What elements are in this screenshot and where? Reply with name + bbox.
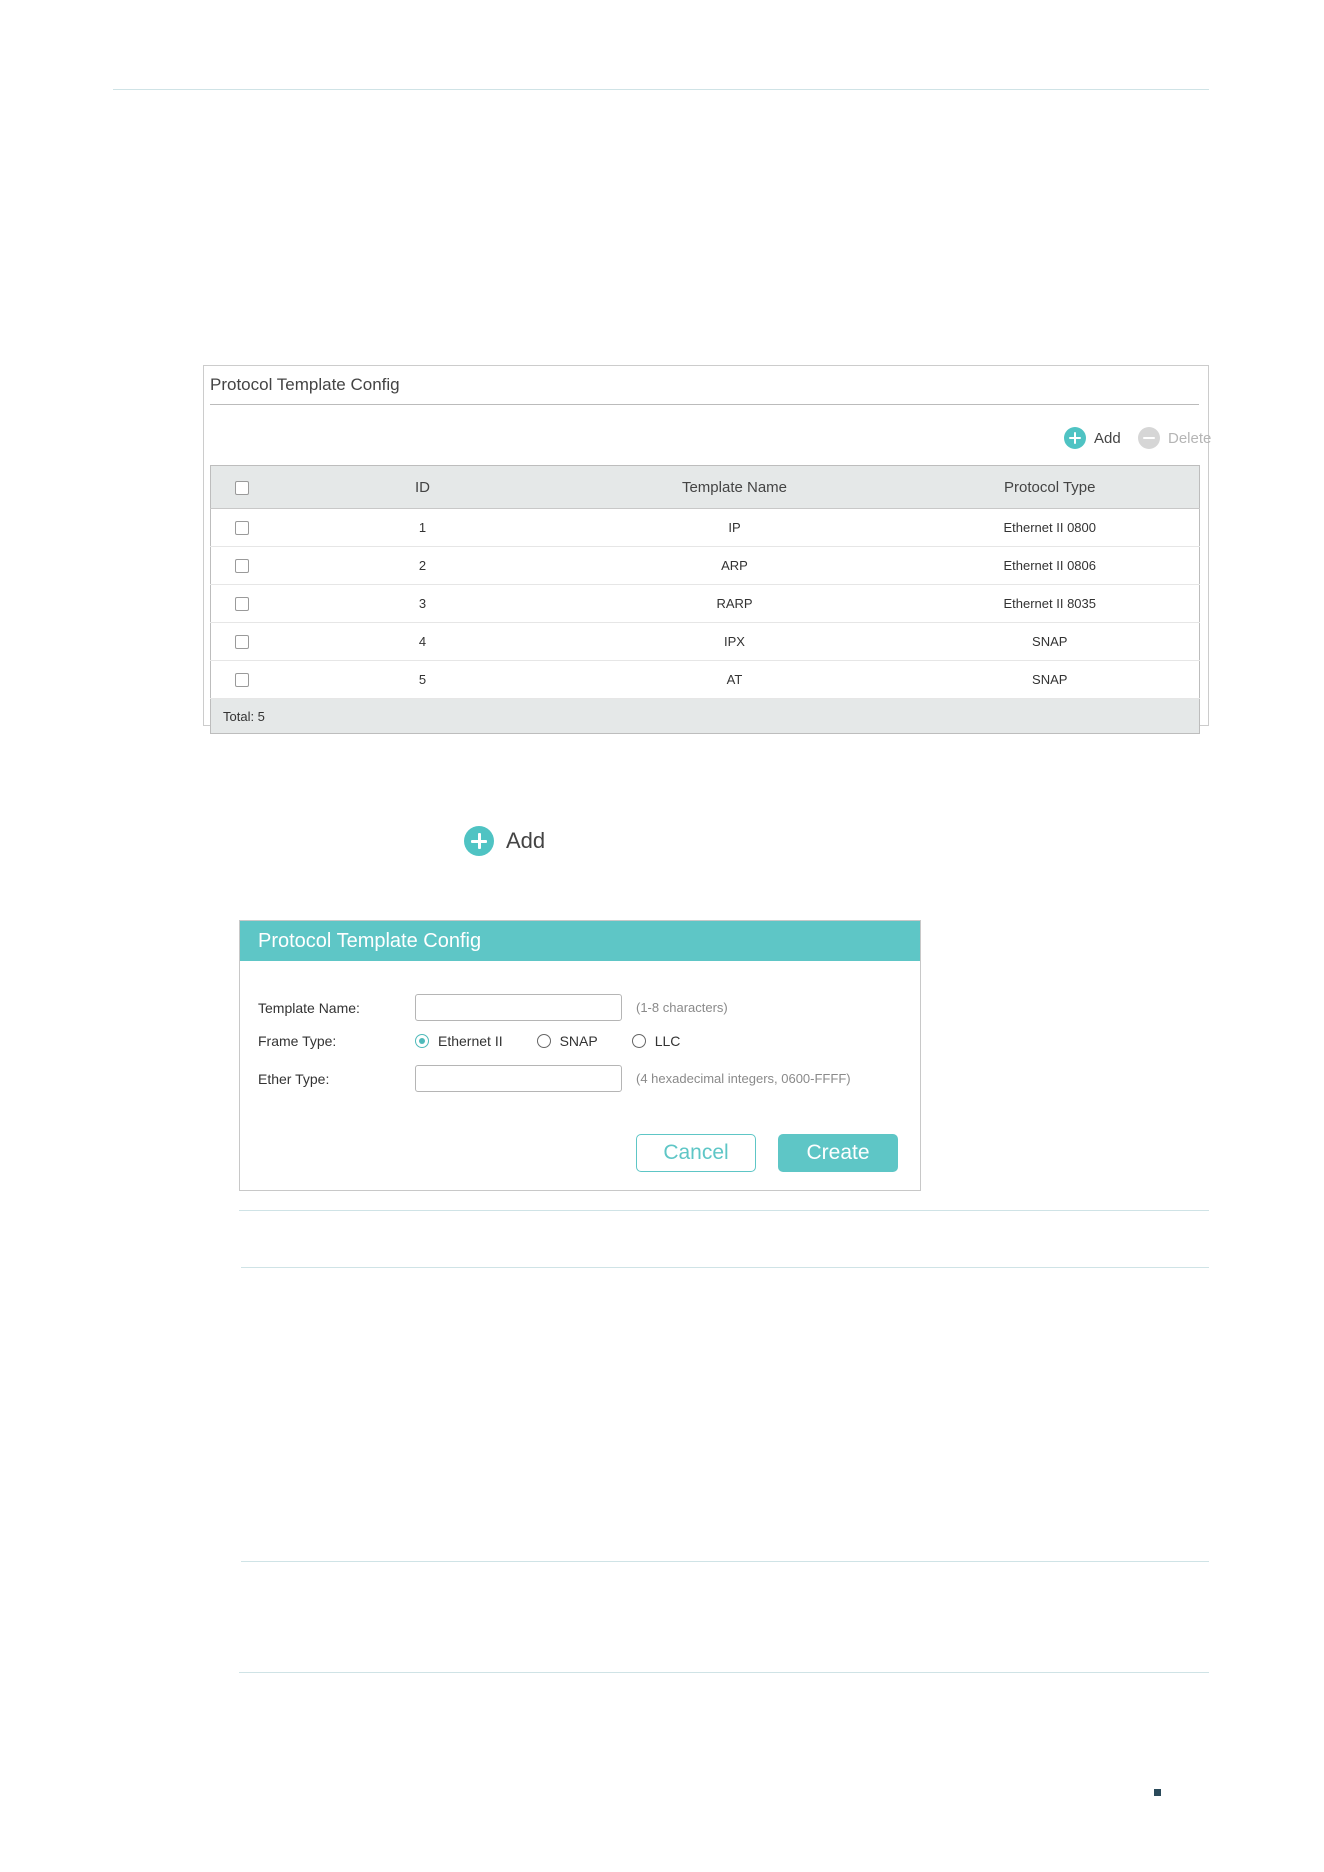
row-protocol-type: SNAP (900, 660, 1200, 699)
panel-title-divider (210, 404, 1199, 405)
ether-type-input[interactable] (415, 1065, 622, 1092)
select-all-cell (210, 465, 277, 509)
table-total: Total: 5 (210, 698, 1200, 734)
table-row[interactable]: 5 AT SNAP (210, 660, 1200, 699)
table-row[interactable]: 1 IP Ethernet II 0800 (210, 508, 1200, 547)
radio-label: SNAP (559, 1033, 598, 1049)
row-checkbox-cell (210, 546, 277, 585)
row-checkbox-cell (210, 660, 277, 699)
row-template-name: IP (568, 508, 901, 547)
frame-type-llc-radio[interactable]: LLC (631, 1033, 681, 1049)
template-name-input[interactable] (415, 994, 622, 1021)
table-row[interactable]: 4 IPX SNAP (210, 622, 1200, 661)
row-template-name: IPX (568, 622, 901, 661)
row-id: 4 (276, 622, 569, 661)
column-header-id[interactable]: ID (276, 465, 569, 509)
row-checkbox-cell (210, 622, 277, 661)
add-button-large[interactable]: Add (464, 826, 545, 856)
plus-circle-icon (1064, 427, 1086, 449)
row-protocol-type: Ethernet II 8035 (900, 584, 1200, 623)
ether-type-label: Ether Type: (258, 1070, 330, 1087)
frame-type-label: Frame Type: (258, 1033, 337, 1049)
note-box-divider (241, 1561, 1209, 1562)
row-template-name: AT (568, 660, 901, 699)
row-checkbox[interactable] (235, 521, 249, 536)
protocol-template-table: ID Template Name Protocol Type 1 IP Ethe… (210, 465, 1200, 734)
table-header-row: ID Template Name Protocol Type (210, 465, 1200, 509)
frame-type-ethernet-ii-radio[interactable]: Ethernet II (415, 1033, 503, 1049)
dialog-title: Protocol Template Config (240, 921, 920, 961)
minus-circle-icon (1138, 427, 1160, 449)
row-protocol-type: SNAP (900, 622, 1200, 661)
template-name-row: Template Name: (1-8 characters) (258, 994, 728, 1021)
radio-selected-icon (415, 1034, 429, 1048)
note-box-top-rule (241, 1267, 1209, 1268)
delete-button-label: Delete (1168, 429, 1212, 447)
row-checkbox[interactable] (235, 559, 249, 574)
section-divider (239, 1210, 1209, 1211)
add-button-large-label: Add (506, 828, 546, 853)
column-header-protocol-type[interactable]: Protocol Type (900, 465, 1200, 509)
panel-title: Protocol Template Config (210, 375, 400, 394)
template-name-label: Template Name: (258, 999, 360, 1016)
row-id: 1 (276, 508, 569, 547)
add-button-label: Add (1094, 429, 1121, 447)
radio-label: LLC (654, 1033, 681, 1049)
row-protocol-type: Ethernet II 0806 (900, 546, 1200, 585)
ether-type-row: Ether Type: (4 hexadecimal integers, 060… (258, 1065, 851, 1092)
template-name-hint: (1-8 characters) (636, 1000, 728, 1015)
ether-type-hint: (4 hexadecimal integers, 0600-FFFF) (636, 1071, 851, 1086)
column-header-template-name[interactable]: Template Name (568, 465, 901, 509)
protocol-template-dialog: Protocol Template Config Template Name: … (239, 920, 921, 1191)
row-id: 5 (276, 660, 569, 699)
top-divider (113, 89, 1209, 90)
radio-unselected-icon (536, 1034, 551, 1048)
row-checkbox[interactable] (235, 635, 249, 650)
row-checkbox[interactable] (235, 673, 249, 688)
row-id: 3 (276, 584, 569, 623)
row-checkbox-cell (210, 584, 277, 623)
add-button[interactable]: Add (1064, 427, 1121, 449)
page-marker-square (1154, 1789, 1161, 1796)
protocol-template-table-panel: Protocol Template Config Add Delete ID T… (203, 365, 1211, 734)
table-footer-row: Total: 5 (210, 698, 1200, 734)
row-template-name: ARP (568, 546, 901, 585)
table-row[interactable]: 3 RARP Ethernet II 8035 (210, 584, 1200, 623)
create-button[interactable]: Create (778, 1134, 898, 1172)
frame-type-row: Frame Type: Ethernet II SNAP LLC (258, 1033, 714, 1049)
radio-unselected-icon (631, 1034, 646, 1048)
row-template-name: RARP (568, 584, 901, 623)
row-checkbox[interactable] (235, 597, 249, 612)
frame-type-snap-radio[interactable]: SNAP (536, 1033, 598, 1049)
row-id: 2 (276, 546, 569, 585)
row-protocol-type: Ethernet II 0800 (900, 508, 1200, 547)
plus-circle-icon (464, 826, 494, 856)
cancel-button[interactable]: Cancel (636, 1134, 756, 1172)
row-checkbox-cell (210, 508, 277, 547)
table-row[interactable]: 2 ARP Ethernet II 0806 (210, 546, 1200, 585)
delete-button[interactable]: Delete (1138, 427, 1211, 449)
radio-label: Ethernet II (438, 1033, 503, 1049)
note-box-bottom-rule (239, 1672, 1209, 1673)
select-all-checkbox[interactable] (235, 480, 249, 495)
